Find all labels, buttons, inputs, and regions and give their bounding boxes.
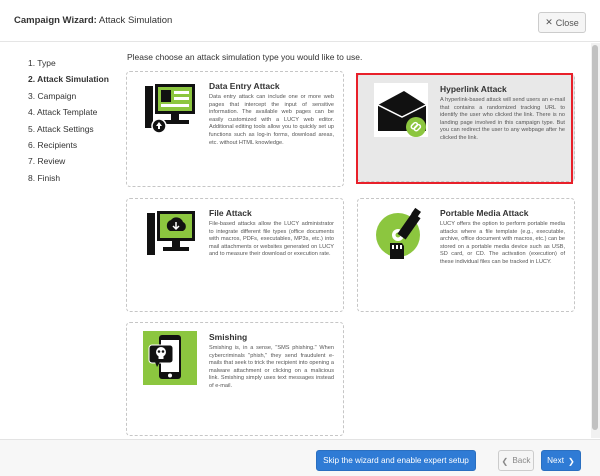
card-portable-media-attack[interactable]: Portable Media Attack LUCY offers the op… <box>357 198 575 312</box>
card-file-attack[interactable]: File Attack File-based attacks allow the… <box>126 198 344 312</box>
card-title: Data Entry Attack <box>209 81 280 91</box>
scrollbar-thumb[interactable] <box>592 45 598 430</box>
card-title: Portable Media Attack <box>440 208 529 218</box>
usb-sd-cd-icon <box>376 207 421 259</box>
step-attack-template: 4. Attack Template <box>28 107 98 118</box>
skip-wizard-button[interactable]: Skip the wizard and enable expert setup <box>316 450 476 471</box>
step-attack-settings: 5. Attack Settings <box>28 123 94 134</box>
step-type: 1. Type <box>28 58 56 68</box>
skip-wizard-label: Skip the wizard and enable expert setup <box>323 456 469 465</box>
card-description: Smishing is, in a sense, "SMS phishing."… <box>209 345 334 389</box>
chevron-right-icon: ❯ <box>567 456 575 466</box>
phone-skull-icon <box>143 331 197 385</box>
next-button-label: Next <box>547 456 564 465</box>
back-button[interactable]: ❮ Back <box>498 450 534 471</box>
instruction-text: Please choose an attack simulation type … <box>127 52 363 62</box>
card-data-entry-attack[interactable]: Data Entry Attack Data entry attack can … <box>126 71 344 187</box>
card-description: Data entry attack can include one or mor… <box>209 94 334 146</box>
data-entry-computer-icon <box>145 84 195 134</box>
wizard-footer: Skip the wizard and enable expert setup … <box>0 439 600 476</box>
step-finish: 8. Finish <box>28 172 61 183</box>
step-attack-simulation: 2. Attack Simulation <box>28 74 109 85</box>
step-review: 7. Review <box>28 156 66 167</box>
card-title: File Attack <box>209 208 252 218</box>
chevron-left-icon: ❮ <box>501 456 509 466</box>
selection-highlight <box>356 73 573 184</box>
close-button-label: Close <box>555 17 579 28</box>
wizard-header: Campaign Wizard: Attack Simulation ✕ Clo… <box>0 0 600 42</box>
card-description: LUCY offers the option to perform portab… <box>440 221 565 265</box>
close-icon: ✕ <box>545 17 553 27</box>
close-button[interactable]: ✕ Close <box>538 12 586 33</box>
page-title: Campaign Wizard: Attack Simulation <box>14 15 173 26</box>
card-smishing[interactable]: Smishing Smishing is, in a sense, "SMS p… <box>126 322 344 436</box>
step-campaign: 3. Campaign <box>28 90 77 101</box>
wizard-steps: 1. Type 2. Attack Simulation 3. Campaign… <box>28 55 109 186</box>
step-recipients: 6. Recipients <box>28 140 78 151</box>
card-title: Smishing <box>209 332 248 342</box>
next-button[interactable]: Next ❯ <box>541 450 581 471</box>
file-download-computer-icon <box>147 211 195 255</box>
card-description: File-based attacks allow the LUCY admini… <box>209 221 334 258</box>
back-button-label: Back <box>512 456 531 465</box>
